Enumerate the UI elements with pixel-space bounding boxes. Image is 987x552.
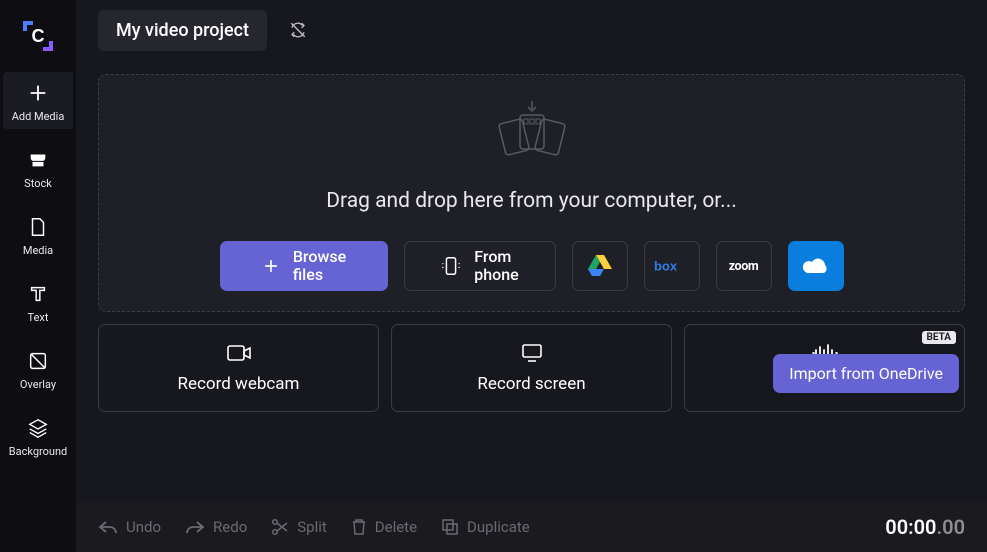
- project-title: My video project: [116, 20, 249, 41]
- box-button[interactable]: box: [644, 241, 700, 291]
- content: Drag and drop here from your computer, o…: [76, 60, 987, 502]
- google-drive-button[interactable]: [572, 241, 628, 291]
- sidebar: C Add Media Stock Media Text Overlay Bac…: [0, 0, 76, 552]
- text-icon: [27, 283, 49, 305]
- app-logo: C: [20, 18, 56, 54]
- undo-icon: [98, 519, 118, 535]
- sync-off-icon[interactable]: [289, 21, 307, 39]
- box-icon: box: [654, 257, 690, 275]
- time-main: 00:00: [885, 515, 936, 539]
- zoom-icon: zoom: [729, 259, 759, 274]
- svg-text:C: C: [32, 26, 45, 46]
- trash-icon: [351, 518, 367, 536]
- browse-line2: files: [293, 266, 346, 284]
- duplicate-label: Duplicate: [467, 518, 530, 536]
- record-webcam-label: Record webcam: [178, 374, 300, 394]
- layers-icon: [27, 417, 49, 439]
- browse-files-button[interactable]: Browse files: [220, 241, 388, 291]
- delete-button[interactable]: Delete: [351, 518, 417, 536]
- import-buttons: Browse files From phone: [220, 241, 844, 291]
- overlay-icon: [27, 350, 49, 372]
- onedrive-button[interactable]: [788, 241, 844, 291]
- redo-label: Redo: [213, 518, 247, 536]
- nav-label: Overlay: [20, 378, 56, 391]
- svg-text:box: box: [654, 258, 678, 273]
- duplicate-button[interactable]: Duplicate: [441, 518, 530, 536]
- plus-icon: [27, 82, 49, 104]
- nav-label: Stock: [24, 177, 52, 190]
- topbar: My video project: [76, 0, 987, 60]
- record-screen-label: Record screen: [477, 374, 585, 394]
- onedrive-tooltip: Import from OneDrive: [773, 354, 959, 393]
- beta-badge: BETA: [922, 331, 957, 344]
- split-button[interactable]: Split: [271, 518, 327, 536]
- phone-line2: phone: [474, 266, 518, 284]
- nav-background[interactable]: Background: [3, 407, 73, 464]
- plus-icon: [261, 256, 281, 276]
- monitor-icon: [520, 342, 544, 364]
- project-tab[interactable]: My video project: [98, 10, 267, 51]
- nav-add-media[interactable]: Add Media: [3, 72, 73, 129]
- phone-vibrate-icon: [440, 255, 462, 277]
- bottombar: Undo Redo Split Delete Duplicate 00:00.0…: [76, 502, 987, 552]
- file-icon: [27, 216, 49, 238]
- google-drive-icon: [588, 255, 612, 277]
- dropzone[interactable]: Drag and drop here from your computer, o…: [98, 74, 965, 312]
- redo-icon: [185, 519, 205, 535]
- redo-button[interactable]: Redo: [185, 518, 247, 536]
- scissors-icon: [271, 518, 289, 536]
- dropzone-prompt: Drag and drop here from your computer, o…: [326, 189, 737, 213]
- store-icon: [27, 149, 49, 171]
- media-cards-icon: [482, 99, 582, 169]
- nav-media[interactable]: Media: [3, 206, 73, 263]
- nav-label: Media: [23, 244, 53, 257]
- from-phone-button[interactable]: From phone: [404, 241, 556, 291]
- cloud-icon: [802, 257, 830, 275]
- nav-text[interactable]: Text: [3, 273, 73, 330]
- nav-label: Text: [28, 311, 49, 324]
- nav-overlay[interactable]: Overlay: [3, 340, 73, 397]
- tooltip-text: Import from OneDrive: [789, 364, 943, 383]
- nav-stock[interactable]: Stock: [3, 139, 73, 196]
- webcam-icon: [226, 342, 252, 364]
- record-webcam-button[interactable]: Record webcam: [98, 324, 379, 412]
- delete-label: Delete: [375, 518, 417, 536]
- undo-button[interactable]: Undo: [98, 518, 161, 536]
- time-frac: .00: [936, 515, 965, 539]
- main: My video project Drag and drop here from…: [76, 0, 987, 552]
- zoom-button[interactable]: zoom: [716, 241, 772, 291]
- split-label: Split: [297, 518, 327, 536]
- phone-line1: From: [474, 248, 518, 266]
- nav-label: Add Media: [12, 110, 65, 123]
- duplicate-icon: [441, 518, 459, 536]
- timecode: 00:00.00: [885, 515, 965, 539]
- record-screen-button[interactable]: Record screen: [391, 324, 672, 412]
- undo-label: Undo: [126, 518, 161, 536]
- browse-line1: Browse: [293, 248, 346, 266]
- nav-label: Background: [9, 445, 67, 458]
